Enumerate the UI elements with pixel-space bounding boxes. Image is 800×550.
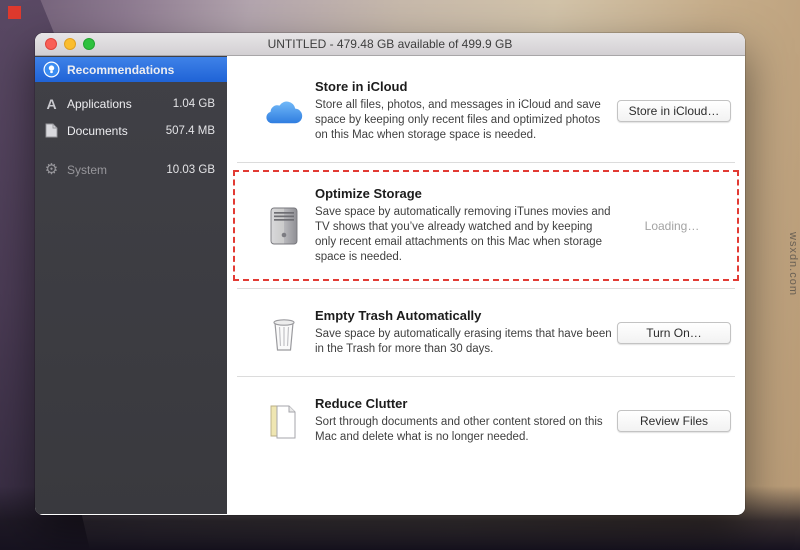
desktop-wallpaper: wsxdn.com UNTITLED - 479.48 GB available…: [0, 0, 800, 550]
turn-on-button[interactable]: Turn On…: [617, 321, 731, 344]
watermark: wsxdn.com: [787, 232, 799, 297]
section-optimize-storage: Optimize Storage Save space by automatic…: [233, 170, 739, 281]
storage-management-window: UNTITLED - 479.48 GB available of 499.9 …: [35, 33, 745, 515]
section-action: Turn On…: [615, 321, 733, 344]
section-empty-trash: Empty Trash Automatically Save space by …: [227, 289, 745, 376]
sidebar-item-recommendations[interactable]: Recommendations: [35, 57, 227, 82]
section-text: Optimize Storage Save space by automatic…: [315, 186, 615, 265]
sidebar-item-size: 10.03 GB: [166, 163, 215, 176]
zoom-button[interactable]: [83, 38, 95, 50]
section-title: Reduce Clutter: [315, 396, 408, 411]
window-content: Recommendations A Applications 1.04 GB D…: [35, 56, 745, 514]
section-action: Review Files: [615, 409, 733, 432]
sidebar-item-size: 507.4 MB: [165, 124, 215, 137]
gear-icon: ⚙: [44, 161, 59, 178]
sidebar-item-label: System: [67, 162, 108, 177]
red-marker: [8, 6, 21, 19]
applications-a-icon: A: [46, 95, 57, 112]
section-description: Sort through documents and other content…: [315, 416, 603, 443]
window-titlebar[interactable]: UNTITLED - 479.48 GB available of 499.9 …: [35, 33, 745, 56]
section-title: Store in iCloud: [315, 79, 408, 94]
minimize-button[interactable]: [64, 38, 76, 50]
icloud-cloud-icon: [263, 97, 305, 125]
document-icon: [43, 122, 60, 139]
trash-icon: [263, 314, 305, 352]
section-action: Loading…: [615, 219, 729, 233]
store-in-icloud-button[interactable]: Store in iCloud…: [617, 100, 731, 122]
close-button[interactable]: [45, 38, 57, 50]
sidebar-item-size: 1.04 GB: [172, 97, 215, 110]
sidebar-item-system[interactable]: ⚙ System 10.03 GB: [35, 157, 227, 182]
section-action: Store in iCloud…: [615, 100, 733, 122]
separator: [237, 162, 735, 163]
section-text: Store in iCloud Store all files, photos,…: [315, 79, 615, 143]
review-files-button[interactable]: Review Files: [617, 409, 731, 432]
section-title: Empty Trash Automatically: [315, 308, 482, 323]
window-title: UNTITLED - 479.48 GB available of 499.9 …: [267, 37, 513, 51]
section-store-in-icloud: Store in iCloud Store all files, photos,…: [227, 60, 745, 162]
section-title: Optimize Storage: [315, 186, 422, 201]
main-panel: Store in iCloud Store all files, photos,…: [227, 56, 745, 514]
traffic-lights: [45, 38, 95, 50]
sidebar-item-label: Recommendations: [67, 62, 175, 77]
section-description: Save space by automatically removing iTu…: [315, 206, 611, 263]
sidebar-item-label: Applications: [67, 96, 132, 111]
sidebar: Recommendations A Applications 1.04 GB D…: [35, 56, 227, 514]
section-text: Reduce Clutter Sort through documents an…: [315, 396, 615, 445]
sidebar-item-label: Documents: [67, 123, 128, 138]
sidebar-item-applications[interactable]: A Applications 1.04 GB: [35, 91, 227, 116]
sidebar-item-documents[interactable]: Documents 507.4 MB: [35, 118, 227, 143]
hard-drive-icon: [263, 207, 305, 245]
section-reduce-clutter: Reduce Clutter Sort through documents an…: [227, 377, 745, 464]
section-description: Store all files, photos, and messages in…: [315, 99, 601, 141]
section-text: Empty Trash Automatically Save space by …: [315, 308, 615, 357]
section-description: Save space by automatically erasing item…: [315, 328, 612, 355]
documents-stack-icon: [263, 402, 305, 440]
lightbulb-circle-icon: [43, 61, 60, 78]
loading-status: Loading…: [644, 218, 700, 233]
